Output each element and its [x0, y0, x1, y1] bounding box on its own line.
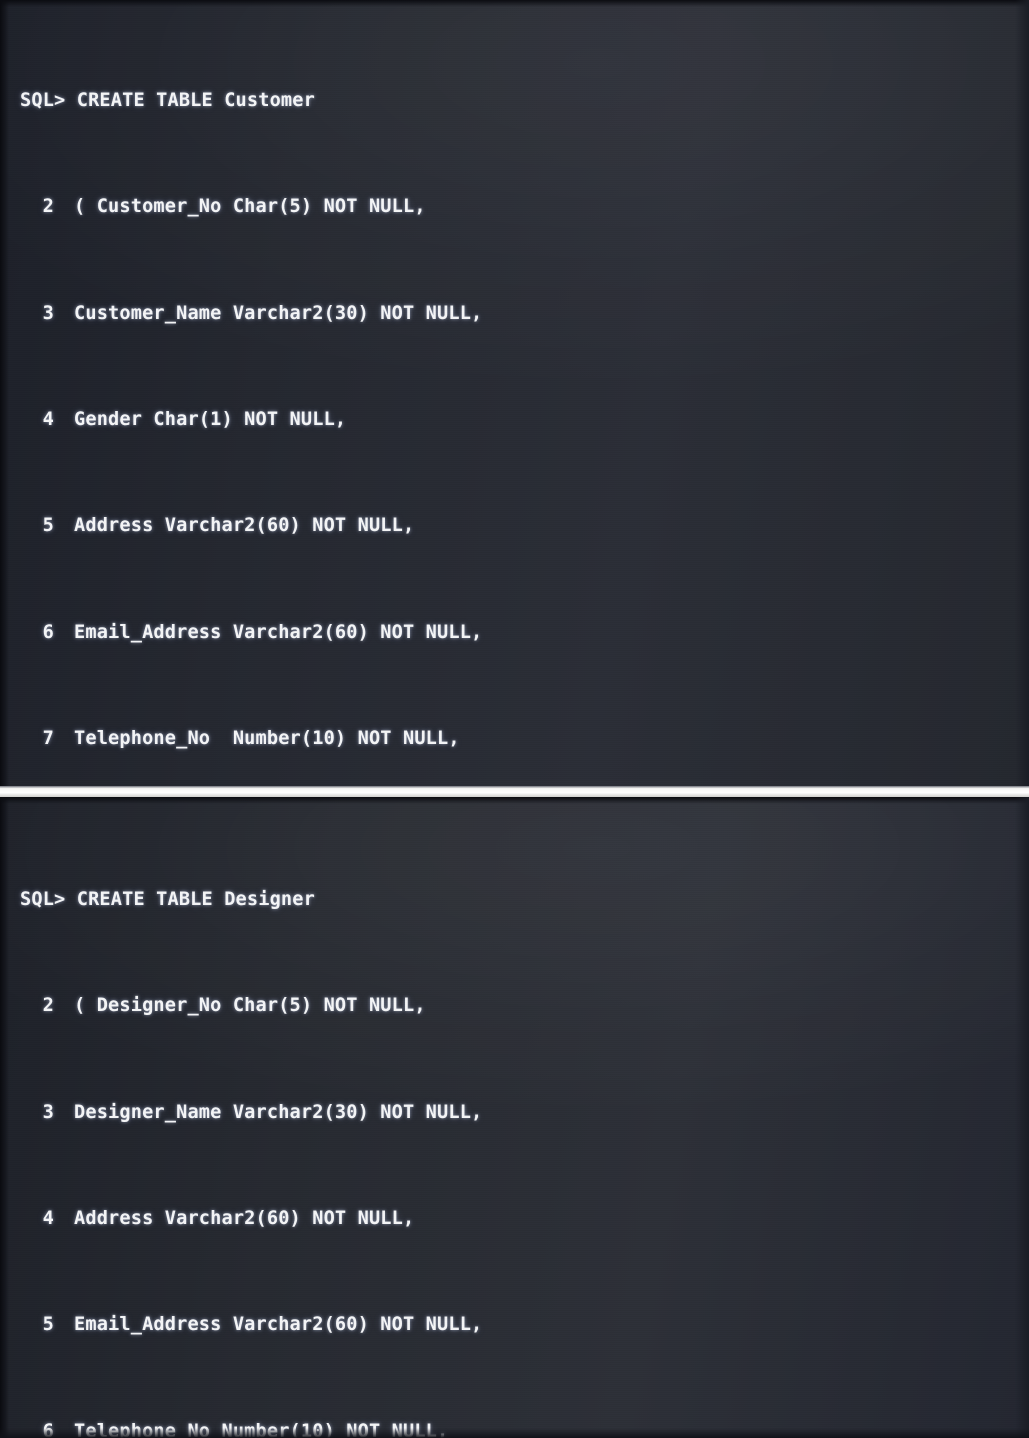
line-number: 4 — [42, 1207, 54, 1229]
line-text: Email_Address Varchar2(60) NOT NULL, — [74, 1314, 483, 1336]
sql-statement-line: 6 Email_Address Varchar2(60) NOT NULL, — [20, 620, 1029, 647]
terminal-capture-customer: SQL> CREATE TABLE Customer 2 ( Customer_N… — [0, 0, 1029, 786]
line-number: 2 — [42, 196, 54, 218]
sql-statement-line: 2 ( Designer_No Char(5) NOT NULL, — [20, 993, 1029, 1020]
line-number: 2 — [42, 995, 54, 1017]
line-text: Address Varchar2(60) NOT NULL, — [74, 515, 415, 537]
sql-statement-line: 7 Telephone_No Number(10) NOT NULL, — [20, 726, 1029, 753]
line-text: Telephone_No Number(10) NOT NULL, — [74, 1420, 449, 1438]
line-text: Designer_Name Varchar2(30) NOT NULL, — [74, 1101, 483, 1123]
line-text: Address Varchar2(60) NOT NULL, — [74, 1207, 415, 1229]
terminal-capture-designer: SQL> CREATE TABLE Designer 2 ( Designer_N… — [0, 797, 1029, 1438]
line-number: 5 — [42, 1314, 54, 1336]
line-number: 5 — [42, 515, 54, 537]
sql-statement-line: 3 Customer_Name Varchar2(30) NOT NULL, — [20, 301, 1029, 328]
sql-statement-line: 3 Designer_Name Varchar2(30) NOT NULL, — [20, 1100, 1029, 1127]
line-text: Telephone_No Number(10) NOT NULL, — [74, 728, 460, 750]
sql-statement-line: 2 ( Customer_No Char(5) NOT NULL, — [20, 194, 1029, 221]
sql-statement-line: 5 Address Varchar2(60) NOT NULL, — [20, 513, 1029, 540]
screenshot-photo: SQL> CREATE TABLE Customer 2 ( Customer_N… — [0, 0, 1029, 1438]
line-text: ( Customer_No Char(5) NOT NULL, — [74, 196, 426, 218]
line-number: 6 — [42, 621, 54, 643]
line-text: Customer_Name Varchar2(30) NOT NULL, — [74, 302, 483, 324]
line-number: 3 — [42, 1101, 54, 1123]
console-output-customer[interactable]: SQL> CREATE TABLE Customer 2 ( Customer_N… — [0, 0, 1029, 786]
line-number: 3 — [42, 302, 54, 324]
line-number: 4 — [42, 408, 54, 430]
sql-prompt-line: SQL> CREATE TABLE Designer — [20, 888, 315, 910]
sql-statement-line: 4 Address Varchar2(60) NOT NULL, — [20, 1206, 1029, 1233]
sql-statement-line: 4 Gender Char(1) NOT NULL, — [20, 407, 1029, 434]
console-output-designer[interactable]: SQL> CREATE TABLE Designer 2 ( Designer_N… — [0, 797, 1029, 1438]
sql-statement-line: 6 Telephone_No Number(10) NOT NULL, — [20, 1419, 1029, 1438]
line-text: Email_Address Varchar2(60) NOT NULL, — [74, 621, 483, 643]
sql-statement-line: 5 Email_Address Varchar2(60) NOT NULL, — [20, 1312, 1029, 1339]
line-number: 6 — [42, 1420, 54, 1438]
line-text: Gender Char(1) NOT NULL, — [74, 408, 347, 430]
line-text: ( Designer_No Char(5) NOT NULL, — [74, 995, 426, 1017]
sql-prompt-line: SQL> CREATE TABLE Customer — [20, 89, 315, 111]
line-number: 7 — [42, 728, 54, 750]
capture-separator — [0, 786, 1029, 797]
